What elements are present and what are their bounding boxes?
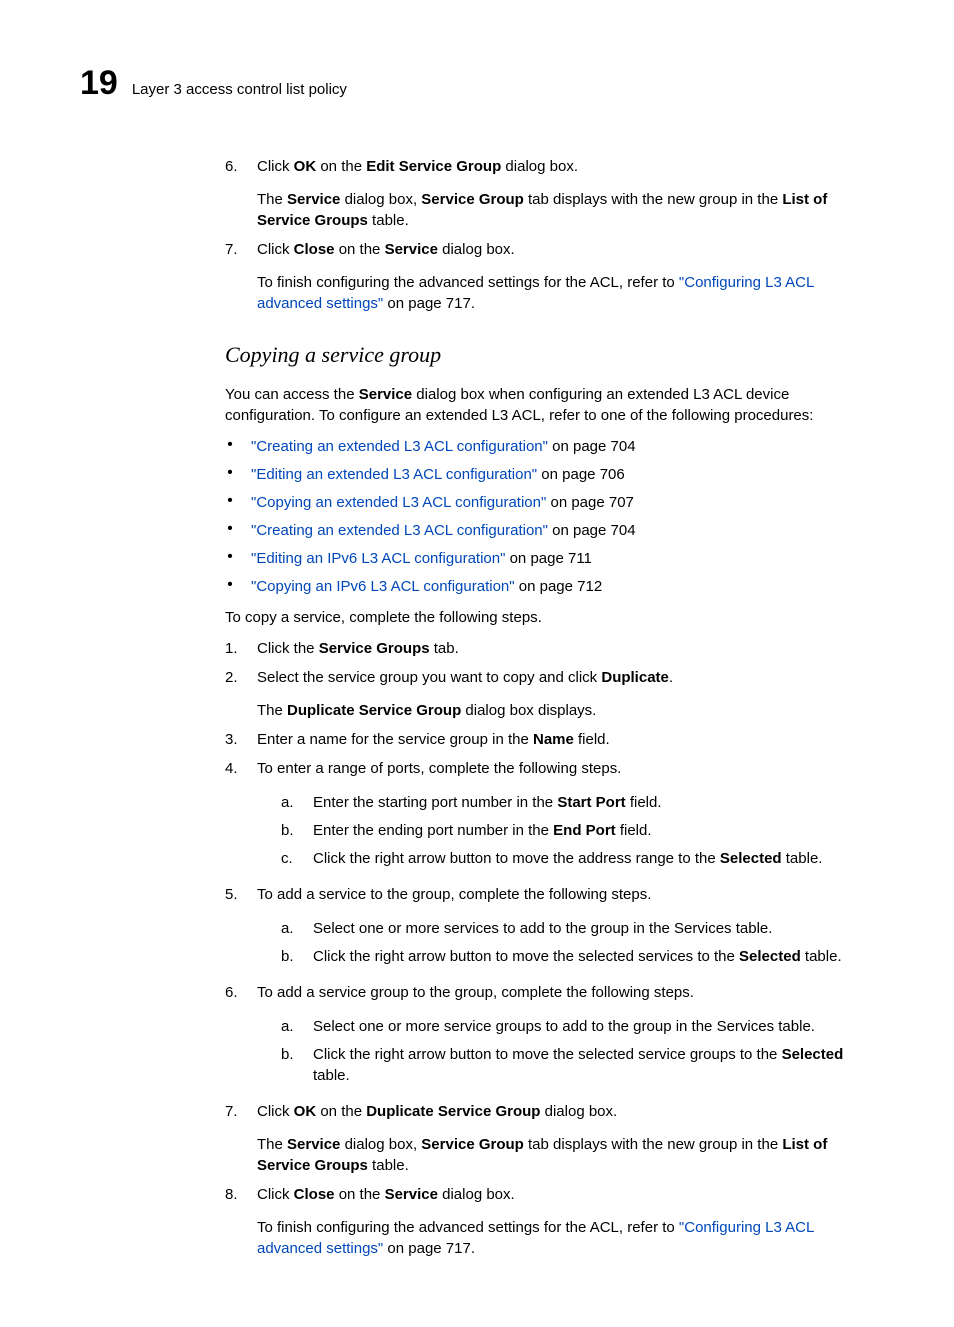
substep-body: Click the right arrow button to move the… [313,848,822,869]
step-body: To add a service group to the group, com… [257,982,859,1003]
copy-service-steps-list: 1. Click the Service Groups tab. 2. Select … [225,638,859,1259]
step-item: 7. Click OK on the Duplicate Service Grou… [225,1101,859,1176]
cross-reference-link[interactable]: "Editing an extended L3 ACL configuratio… [251,466,537,483]
bullet-icon: • [225,436,235,457]
step-number: 2. [225,667,243,688]
bullet-icon: • [225,520,235,541]
substep-body: Select one or more services to add to th… [313,918,772,939]
step-item: 1. Click the Service Groups tab. [225,638,859,659]
cross-reference-link[interactable]: "Copying an extended L3 ACL configuratio… [251,494,546,511]
section-heading: Copying a service group [225,340,859,371]
substep-item: a. Select one or more service groups to a… [281,1016,859,1037]
substep-item: b. Enter the ending port number in the En… [281,820,859,841]
procedure-link-item: • "Editing an extended L3 ACL configurati… [225,464,859,485]
step-number: 1. [225,638,243,659]
substep-body: Click the right arrow button to move the… [313,1044,859,1086]
substep-letter: b. [281,1044,299,1086]
procedure-link-item: • "Creating an extended L3 ACL configurat… [225,436,859,457]
step-body: Click Close on the Service dialog box. [257,239,859,260]
cross-reference-link[interactable]: "Configuring L3 ACL advanced settings" [257,1219,814,1257]
substep-body: Select one or more service groups to add… [313,1016,815,1037]
substep-item: b. Click the right arrow button to move t… [281,946,859,967]
substep-letter: a. [281,792,299,813]
substep-letter: c. [281,848,299,869]
procedure-links-list: • "Creating an extended L3 ACL configurat… [225,436,859,597]
step-body: To add a service to the group, complete … [257,884,859,905]
bullet-icon: • [225,492,235,513]
step-note: To finish configuring the advanced setti… [257,1217,859,1259]
bullet-body: "Editing an IPv6 L3 ACL configuration" o… [251,548,592,569]
substep-letter: a. [281,918,299,939]
chapter-number: 19 [80,60,118,108]
substep-list: a. Select one or more services to add to … [257,918,859,967]
substep-item: b. Click the right arrow button to move t… [281,1044,859,1086]
cross-reference-link[interactable]: "Copying an IPv6 L3 ACL configuration" [251,578,515,595]
step-note: The Duplicate Service Group dialog box d… [257,700,859,721]
step-number: 6. [225,982,243,1003]
step-item: 8. Click Close on the Service dialog box.… [225,1184,859,1259]
bullet-icon: • [225,576,235,597]
step-item: 6. To add a service group to the group, c… [225,982,859,1093]
procedure-link-item: • "Copying an IPv6 L3 ACL configuration" … [225,576,859,597]
step-item: 2. Select the service group you want to c… [225,667,859,721]
cross-reference-link[interactable]: "Creating an extended L3 ACL configurati… [251,522,548,539]
step-note: To finish configuring the advanced setti… [257,272,859,314]
substep-item: c. Click the right arrow button to move t… [281,848,859,869]
step-number: 5. [225,884,243,905]
step-item: 4. To enter a range of ports, complete th… [225,758,859,876]
substep-letter: b. [281,820,299,841]
step-body: To enter a range of ports, complete the … [257,758,859,779]
substep-item: a. Select one or more services to add to … [281,918,859,939]
step-number: 7. [225,1101,243,1122]
bullet-icon: • [225,548,235,569]
substep-list: a. Select one or more service groups to a… [257,1016,859,1086]
bullet-icon: • [225,464,235,485]
step-body: Click OK on the Duplicate Service Group … [257,1101,859,1122]
step-number: 6. [225,156,243,177]
substep-item: a. Enter the starting port number in the … [281,792,859,813]
substep-letter: b. [281,946,299,967]
page-content: 6. Click OK on the Edit Service Group dia… [225,156,859,1260]
step-body: Select the service group you want to cop… [257,667,859,688]
step-item: 3. Enter a name for the service group in … [225,729,859,750]
header-title: Layer 3 access control list policy [132,79,347,100]
step-note: The Service dialog box, Service Group ta… [257,189,859,231]
substep-list: a. Enter the starting port number in the … [257,792,859,869]
document-page: 19 Layer 3 access control list policy 6.… [0,0,954,1327]
step-body: Enter a name for the service group in th… [257,729,859,750]
step-number: 3. [225,729,243,750]
substep-body: Enter the ending port number in the End … [313,820,652,841]
bullet-body: "Editing an extended L3 ACL configuratio… [251,464,625,485]
bullet-body: "Creating an extended L3 ACL configurati… [251,436,636,457]
substep-body: Enter the starting port number in the St… [313,792,662,813]
step-item: 5. To add a service to the group, complet… [225,884,859,974]
procedure-link-item: • "Editing an IPv6 L3 ACL configuration" … [225,548,859,569]
cross-reference-link[interactable]: "Configuring L3 ACL advanced settings" [257,274,814,312]
page-header: 19 Layer 3 access control list policy [80,60,859,108]
substep-letter: a. [281,1016,299,1037]
procedure-link-item: • "Creating an extended L3 ACL configurat… [225,520,859,541]
step-body: Click Close on the Service dialog box. [257,1184,859,1205]
bullet-body: "Creating an extended L3 ACL configurati… [251,520,636,541]
step-body: Click the Service Groups tab. [257,638,859,659]
bullet-body: "Copying an IPv6 L3 ACL configuration" o… [251,576,602,597]
copy-service-intro: To copy a service, complete the followin… [225,607,859,628]
bullet-body: "Copying an extended L3 ACL configuratio… [251,492,634,513]
cross-reference-link[interactable]: "Creating an extended L3 ACL configurati… [251,438,548,455]
procedure-link-item: • "Copying an extended L3 ACL configurati… [225,492,859,513]
substep-body: Click the right arrow button to move the… [313,946,842,967]
section-intro: You can access the Service dialog box wh… [225,384,859,426]
step-note: The Service dialog box, Service Group ta… [257,1134,859,1176]
step-item: 7. Click Close on the Service dialog box.… [225,239,859,314]
step-body: Click OK on the Edit Service Group dialo… [257,156,859,177]
step-number: 4. [225,758,243,779]
continuation-steps-list: 6. Click OK on the Edit Service Group dia… [225,156,859,314]
step-item: 6. Click OK on the Edit Service Group dia… [225,156,859,231]
cross-reference-link[interactable]: "Editing an IPv6 L3 ACL configuration" [251,550,505,567]
step-number: 7. [225,239,243,260]
step-number: 8. [225,1184,243,1205]
